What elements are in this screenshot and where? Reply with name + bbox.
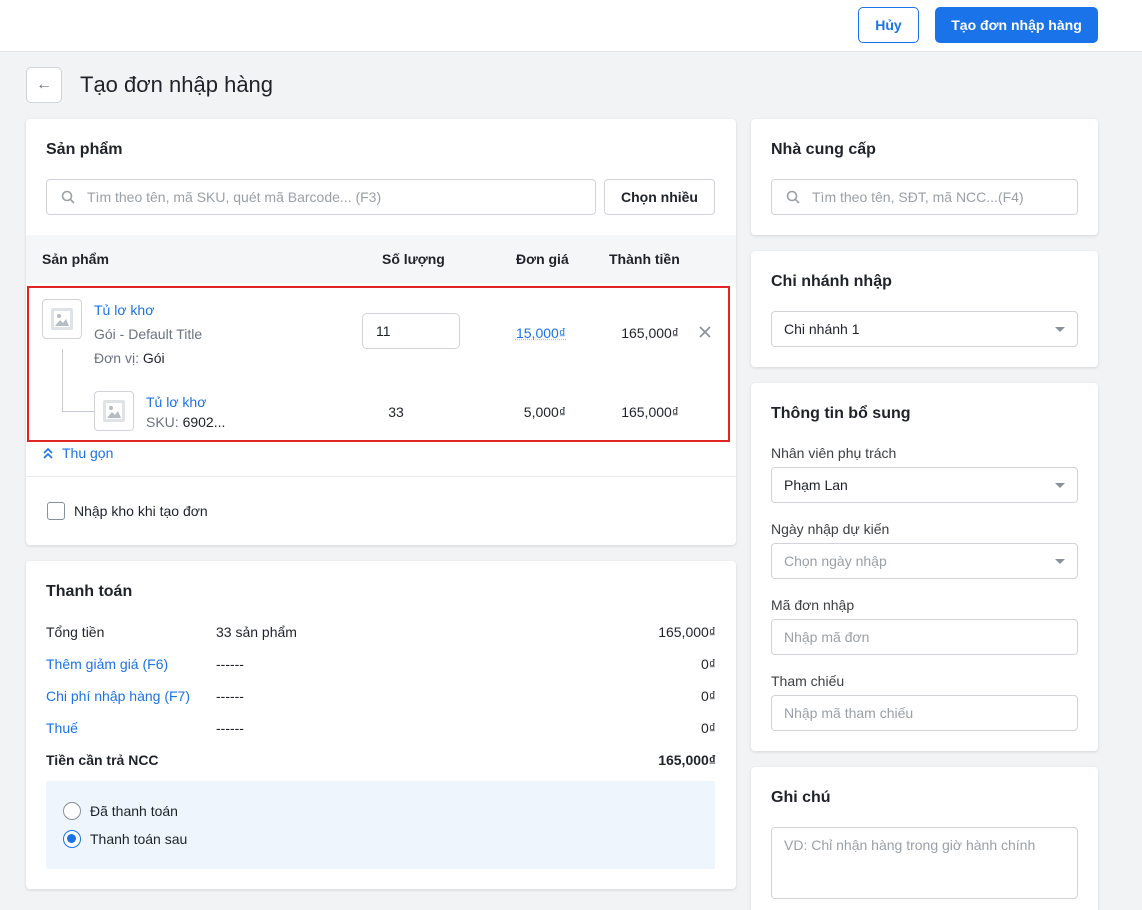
paid-label: Đã thanh toán [90,803,178,819]
products-card: Sản phẩm Tìm theo tên, mã SKU, quét mã B… [26,119,736,545]
pay-later-label: Thanh toán sau [90,831,188,847]
branch-card: Chi nhánh nhập Chi nhánh 1 [751,251,1098,367]
chevron-down-icon [1055,483,1065,488]
amount-due-label: Tiền cần trả NCC [46,752,159,768]
cancel-button[interactable]: Hủy [858,7,919,43]
product-search-input[interactable]: Tìm theo tên, mã SKU, quét mã Barcode...… [46,179,596,215]
divider [26,476,736,477]
stock-in-checkbox[interactable] [47,502,65,520]
create-order-button[interactable]: Tạo đơn nhập hàng [935,7,1098,43]
sub-product-thumbnail [94,391,134,431]
extra-info-card: Thông tin bổ sung Nhân viên phụ trách Ph… [751,383,1098,751]
arrow-left-icon: ← [36,76,52,93]
date-select[interactable]: Chọn ngày nhập [771,543,1078,579]
chevron-down-icon [1055,327,1065,332]
reference-input[interactable]: Nhập mã tham chiếu [771,695,1078,731]
products-title: Sản phẩm [46,141,123,158]
col-product: Sản phẩm [42,251,109,267]
reference-label: Tham chiếu [771,673,845,689]
collapse-label: Thu gọn [62,445,114,461]
product-search-placeholder: Tìm theo tên, mã SKU, quét mã Barcode...… [87,189,382,205]
line-total: 165,000₫ [621,325,679,341]
product-name-link[interactable]: Tủ lơ khơ [94,302,154,318]
branch-value: Chi nhánh 1 [784,321,860,337]
payment-status-box: Đã thanh toán Thanh toán sau [46,781,715,869]
order-code-label: Mã đơn nhập [771,597,855,613]
discount-placeholder: ------ [216,656,244,672]
choose-many-button[interactable]: Chọn nhiều [604,179,715,215]
unit-label: Đơn vị: [94,350,139,366]
date-label: Ngày nhập dự kiến [771,521,890,537]
supplier-search-input[interactable]: Tìm theo tên, SĐT, mã NCC...(F4) [771,179,1078,215]
import-cost-link[interactable]: Chi phí nhập hàng (F7) [46,688,190,704]
sub-line-total: 165,000₫ [621,404,679,420]
tree-connector-h [62,411,94,412]
supplier-card: Nhà cung cấp Tìm theo tên, SĐT, mã NCC..… [751,119,1098,235]
search-icon [786,190,800,204]
quantity-input[interactable]: 11 [362,313,460,349]
discount-value: 0₫ [701,656,716,672]
note-textarea[interactable]: VD: Chỉ nhận hàng trong giờ hành chính [771,827,1078,899]
tax-value: 0₫ [701,720,716,736]
order-code-placeholder: Nhập mã đơn [784,629,870,645]
sub-unit-price: 5,000₫ [523,404,566,420]
back-button[interactable]: ← [26,67,62,103]
staff-value: Phạm Lan [784,477,848,493]
sku-value: 6902... [182,414,226,430]
top-bar: Hủy Tạo đơn nhập hàng [0,0,1142,52]
order-code-input[interactable]: Nhập mã đơn [771,619,1078,655]
collapse-toggle[interactable]: Thu gọn [42,445,113,461]
payment-title: Thanh toán [46,583,133,600]
tax-link[interactable]: Thuế [46,720,78,736]
total-label: Tổng tiền [46,624,105,640]
import-cost-value: 0₫ [701,688,716,704]
reference-placeholder: Nhập mã tham chiếu [784,705,914,721]
tax-placeholder: ------ [216,720,244,736]
col-quantity: Số lượng [382,251,445,267]
page-title: Tạo đơn nhập hàng [80,72,274,97]
remove-item-icon[interactable] [697,324,713,340]
col-unit-price: Đơn giá [516,251,569,267]
total-count: 33 sản phẩm [216,624,297,640]
sub-quantity: 33 [388,404,404,420]
image-icon [51,308,73,330]
unit-price-link[interactable]: 15,000₫ [466,325,566,341]
product-unit: Đơn vị: Gói [94,350,165,366]
branch-title: Chi nhánh nhập [771,273,892,290]
image-icon [103,400,125,422]
product-table-header: Sản phẩm Số lượng Đơn giá Thành tiền [26,235,736,283]
sub-product-sku: SKU: 6902... [146,414,225,430]
date-placeholder: Chọn ngày nhập [784,553,887,569]
sku-label: SKU: [146,414,179,430]
unit-value: Gói [142,350,165,366]
sub-product-name-link[interactable]: Tủ lơ khơ [146,394,206,410]
tree-connector [62,349,63,411]
note-card: Ghi chú VD: Chỉ nhận hàng trong giờ hành… [751,767,1098,910]
payment-card: Thanh toán Tổng tiền 33 sản phẩm 165,000… [26,561,736,889]
search-icon [61,190,75,204]
supplier-search-placeholder: Tìm theo tên, SĐT, mã NCC...(F4) [812,189,1024,205]
import-cost-placeholder: ------ [216,688,244,704]
branch-select[interactable]: Chi nhánh 1 [771,311,1078,347]
staff-label: Nhân viên phụ trách [771,445,897,461]
add-discount-link[interactable]: Thêm giảm giá (F6) [46,656,168,672]
product-variant: Gói - Default Title [94,326,203,342]
stock-in-label: Nhập kho khi tạo đơn [74,503,208,519]
col-total: Thành tiền [609,251,680,267]
chevrons-up-icon [43,447,53,459]
total-value: 165,000₫ [658,624,716,640]
staff-select[interactable]: Phạm Lan [771,467,1078,503]
chevron-down-icon [1055,559,1065,564]
product-thumbnail [42,299,82,339]
amount-due-value: 165,000₫ [658,752,716,768]
note-title: Ghi chú [771,789,831,806]
pay-later-radio[interactable] [63,830,81,848]
paid-radio[interactable] [63,802,81,820]
supplier-title: Nhà cung cấp [771,141,876,158]
extra-info-title: Thông tin bổ sung [771,405,911,422]
